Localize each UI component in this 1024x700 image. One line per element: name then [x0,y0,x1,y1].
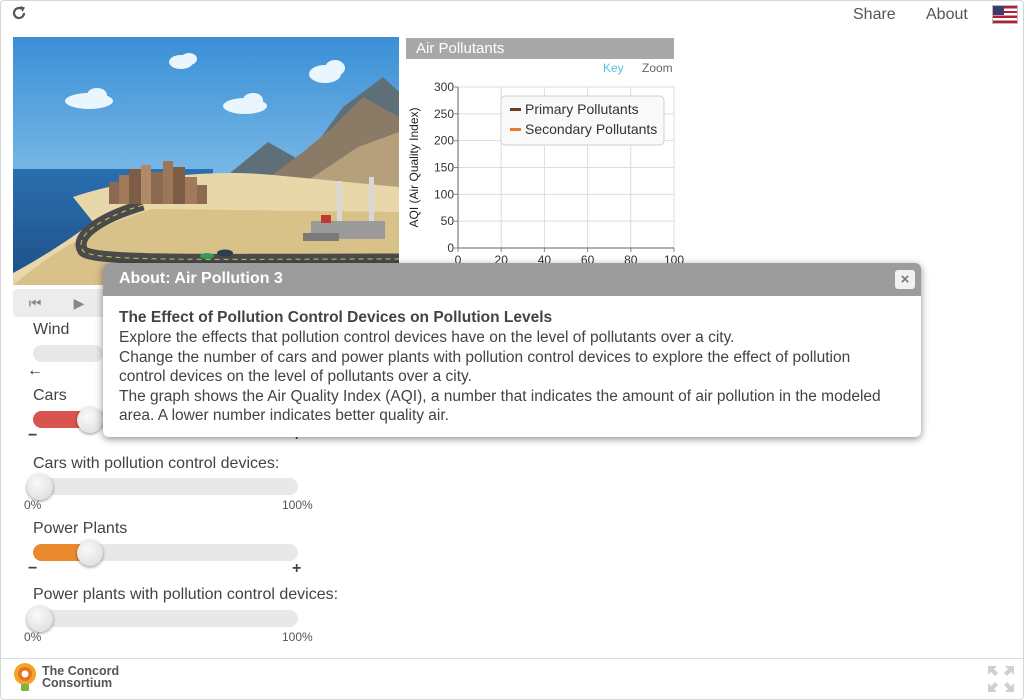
reset-to-start-icon[interactable]: ⏮ [25,293,45,313]
power-plants-decrease-icon[interactable]: − [28,560,37,578]
cars-slider-handle[interactable] [77,407,103,433]
y-tick-label: 150 [434,161,454,175]
dialog-heading: The Effect of Pollution Control Devices … [119,309,553,326]
arrow-left-icon: ← [27,362,43,379]
plants-pcd-label: Power plants with pollution control devi… [33,586,339,603]
legend-entry: Primary Pollutants [525,101,639,117]
close-icon[interactable]: × [895,270,915,289]
wind-slider-track[interactable] [33,345,103,362]
dialog-body: The Effect of Pollution Control Devices … [119,308,899,426]
cars-decrease-icon[interactable]: − [28,427,37,445]
lightbulb-icon [14,663,36,691]
graph-title: Air Pollutants [406,38,674,59]
about-link[interactable]: About [926,6,968,24]
dialog-header: About: Air Pollution 3 × [103,263,921,296]
power-plants-increase-icon[interactable]: + [292,560,301,578]
concord-consortium-logo[interactable]: The Concord Consortium [12,662,122,694]
wind-label: Wind [33,321,70,338]
cars-pcd-label: Cars with pollution control devices: [33,455,280,472]
y-tick-label: 250 [434,107,454,121]
legend-entry: Secondary Pollutants [525,121,657,137]
footer-divider [1,658,1023,659]
y-axis-label: AQI (Air Quality Index) [407,107,421,227]
y-tick-label: 100 [434,187,454,201]
about-dialog: About: Air Pollution 3 × The Effect of P… [103,263,921,437]
reload-icon[interactable] [10,4,28,22]
dialog-paragraph: Explore the effects that pollution contr… [119,329,735,346]
air-pollutants-chart: AQI (Air Quality Index) 0 20 40 60 80 1000501… [407,80,684,267]
y-tick-label: 0 [447,241,454,255]
y-tick-label: 50 [441,214,455,228]
playback-controls: ⏮ ▶ [13,289,113,317]
power-plants-slider-track[interactable] [33,544,298,561]
y-tick-label: 300 [434,80,454,94]
logo-text-line2: Consortium [42,676,113,690]
legend-swatch [510,128,521,131]
cars-pcd-min-label: 0% [24,498,42,512]
cars-label: Cars [33,387,67,404]
cars-pcd-slider-handle[interactable] [27,474,53,500]
dialog-title: About: Air Pollution 3 [119,270,283,287]
cars-pcd-max-label: 100% [282,498,313,512]
plants-pcd-slider-track[interactable] [33,610,298,627]
top-bar: Share About [0,0,1024,32]
legend-swatch [510,108,521,111]
us-flag-icon[interactable] [992,5,1018,24]
share-link[interactable]: Share [853,6,896,24]
play-icon[interactable]: ▶ [69,293,89,313]
dialog-paragraph: The graph shows the Air Quality Index (A… [119,388,881,424]
plants-pcd-slider-handle[interactable] [27,606,53,632]
dialog-paragraph: Change the number of cars and power plan… [119,349,851,385]
plants-pcd-max-label: 100% [282,630,313,644]
power-plants-slider-handle[interactable] [77,540,103,566]
model-scene [13,37,399,285]
y-tick-label: 200 [434,134,454,148]
power-plants-label: Power Plants [33,520,128,537]
cars-pcd-slider-track[interactable] [33,478,298,495]
plants-pcd-min-label: 0% [24,630,42,644]
fullscreen-icon[interactable] [986,664,1016,694]
